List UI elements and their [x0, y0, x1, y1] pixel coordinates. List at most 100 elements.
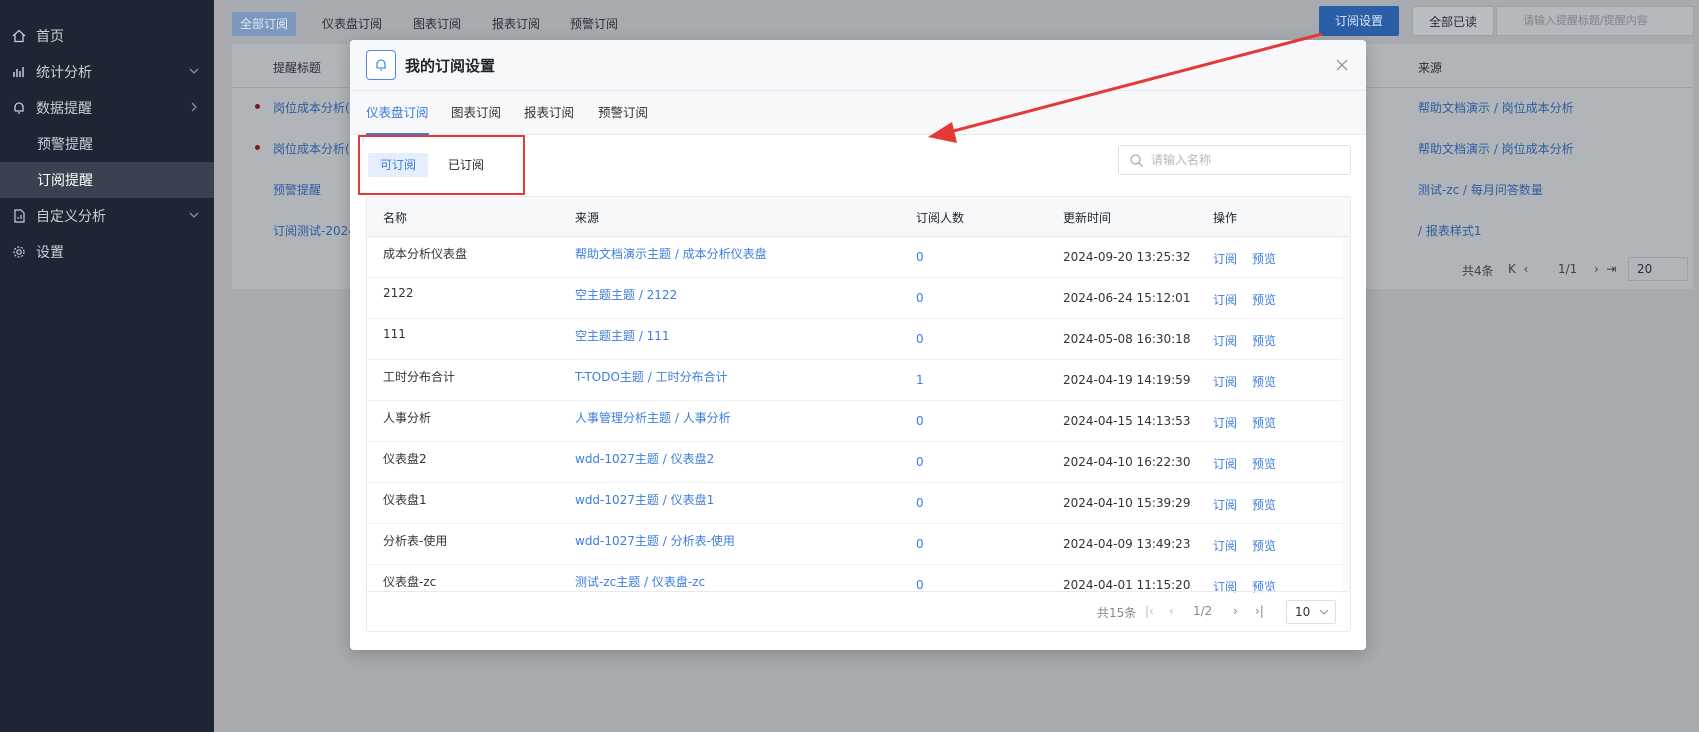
row-name: 仪表盘2: [383, 452, 427, 466]
tab-dashboard-subscription[interactable]: 仪表盘订阅: [366, 91, 429, 135]
next-page-icon[interactable]: ›: [1233, 604, 1238, 618]
tab-warning-subscription[interactable]: 预警订阅: [598, 91, 648, 135]
sidebar-item-label: 自定义分析: [36, 209, 106, 225]
bg-tab-warning[interactable]: 预警订阅: [562, 12, 626, 36]
bg-pager-nav-next[interactable]: › ⇥: [1594, 262, 1616, 276]
row-name: 人事分析: [383, 411, 432, 425]
segment-available[interactable]: 可订阅: [368, 153, 429, 177]
chevron-right-icon: [191, 102, 197, 112]
bg-pager-nav[interactable]: K ‹: [1508, 262, 1528, 276]
preview-link[interactable]: 预览: [1252, 373, 1276, 390]
row-count[interactable]: 0: [916, 578, 924, 592]
last-page-icon[interactable]: ›|: [1255, 604, 1264, 618]
bg-row-title[interactable]: 岗位成本分析(: [273, 140, 350, 157]
subscription-table: 名称 来源 订阅人数 更新时间 操作 成本分析仪表盘 帮助文档演示主题 / 成本…: [366, 196, 1351, 632]
bg-tab-chart[interactable]: 图表订阅: [405, 12, 469, 36]
row-source-link[interactable]: 测试-zc主题 / 仪表盘-zc: [575, 573, 705, 590]
page-size-select[interactable]: 10: [1286, 600, 1336, 624]
sidebar-item-data-alert[interactable]: 数据提醒: [0, 90, 214, 126]
subscribe-settings-button[interactable]: 订阅设置: [1319, 6, 1400, 36]
bg-row-source[interactable]: 帮助文档演示 / 岗位成本分析: [1418, 140, 1574, 157]
segment-subscribed[interactable]: 已订阅: [436, 153, 496, 177]
tab-report-subscription[interactable]: 报表订阅: [524, 91, 574, 135]
sidebar-item-statistics[interactable]: 统计分析: [0, 54, 214, 90]
search-input[interactable]: [1151, 150, 1341, 170]
subscribe-link[interactable]: 订阅: [1213, 414, 1237, 431]
subscribe-link[interactable]: 订阅: [1213, 332, 1237, 349]
subscribe-link[interactable]: 订阅: [1213, 373, 1237, 390]
subscribe-link[interactable]: 订阅: [1213, 537, 1237, 554]
row-source-link[interactable]: 帮助文档演示主题 / 成本分析仪表盘: [575, 245, 767, 262]
tab-chart-subscription[interactable]: 图表订阅: [451, 91, 501, 135]
bg-row-source[interactable]: 帮助文档演示 / 岗位成本分析: [1418, 99, 1574, 116]
col-subscriber-count: 订阅人数: [916, 211, 965, 225]
row-count[interactable]: 0: [916, 414, 924, 428]
bg-page-size-select[interactable]: 20: [1628, 257, 1688, 281]
row-count[interactable]: 0: [916, 332, 924, 346]
row-count[interactable]: 0: [916, 291, 924, 305]
bg-row-title[interactable]: 订阅测试-2024: [273, 222, 356, 239]
close-icon[interactable]: [1334, 57, 1350, 73]
row-source-link[interactable]: 人事管理分析主题 / 人事分析: [575, 409, 731, 426]
row-time: 2024-04-15 14:13:53: [1063, 414, 1191, 428]
sidebar-item-custom-analysis[interactable]: 自定义分析: [0, 198, 214, 234]
chevron-down-icon: [189, 68, 199, 74]
search-icon: [1130, 154, 1143, 167]
page-size-value: 10: [1295, 605, 1311, 619]
preview-link[interactable]: 预览: [1252, 496, 1276, 513]
bg-row-title[interactable]: 预警提醒: [273, 181, 321, 198]
row-count[interactable]: 1: [916, 373, 924, 387]
row-source-link[interactable]: wdd-1027主题 / 分析表-使用: [575, 532, 735, 549]
bar-chart-icon: [12, 65, 26, 79]
subscribe-link[interactable]: 订阅: [1213, 291, 1237, 308]
subscribe-link[interactable]: 订阅: [1213, 250, 1237, 267]
row-name: 仪表盘1: [383, 493, 427, 507]
bg-tab-dashboard[interactable]: 仪表盘订阅: [314, 12, 390, 36]
preview-link[interactable]: 预览: [1252, 414, 1276, 431]
row-source-link[interactable]: wdd-1027主题 / 仪表盘1: [575, 491, 714, 508]
bg-search-input[interactable]: 请输入提醒标题/提醒内容: [1496, 6, 1694, 36]
preview-link[interactable]: 预览: [1252, 332, 1276, 349]
row-time: 2024-04-09 13:49:23: [1063, 537, 1191, 551]
row-time: 2024-04-10 16:22:30: [1063, 455, 1191, 469]
bell-icon: [366, 50, 396, 80]
table-row: 2122 空主题主题 / 2122 0 2024-06-24 15:12:01 …: [367, 278, 1342, 319]
prev-page-icon[interactable]: ‹: [1169, 604, 1174, 618]
subscribe-link[interactable]: 订阅: [1213, 496, 1237, 513]
row-source-link[interactable]: 空主题主题 / 111: [575, 327, 670, 344]
first-page-icon[interactable]: |‹: [1145, 604, 1154, 618]
row-time: 2024-04-19 14:19:59: [1063, 373, 1191, 387]
bg-tab-all[interactable]: 全部订阅: [232, 12, 297, 36]
pager-page: 1/2: [1193, 604, 1213, 618]
sidebar-item-subscription-alert[interactable]: 订阅提醒: [0, 162, 214, 198]
row-source-link[interactable]: wdd-1027主题 / 仪表盘2: [575, 450, 714, 467]
sidebar-item-warning-alert[interactable]: 预警提醒: [0, 126, 214, 162]
sidebar-item-label: 设置: [36, 245, 64, 261]
subscribe-link[interactable]: 订阅: [1213, 455, 1237, 472]
table-row: 111 空主题主题 / 111 0 2024-05-08 16:30:18 订阅…: [367, 319, 1342, 360]
row-source-link[interactable]: 空主题主题 / 2122: [575, 286, 677, 303]
row-count[interactable]: 0: [916, 250, 924, 264]
mark-all-read-button[interactable]: 全部已读: [1412, 6, 1495, 36]
table-row: 工时分布合计 T-TODO主题 / 工时分布合计 1 2024-04-19 14…: [367, 360, 1342, 401]
preview-link[interactable]: 预览: [1252, 455, 1276, 472]
sidebar-item-settings[interactable]: 设置: [0, 234, 214, 270]
bg-row-title[interactable]: 岗位成本分析(: [273, 99, 350, 116]
row-count[interactable]: 0: [916, 537, 924, 551]
bg-tab-report[interactable]: 报表订阅: [484, 12, 548, 36]
chevron-down-icon: [1319, 609, 1329, 615]
row-count[interactable]: 0: [916, 496, 924, 510]
row-count[interactable]: 0: [916, 455, 924, 469]
table-scrollbar[interactable]: [1342, 237, 1350, 593]
preview-link[interactable]: 预览: [1252, 291, 1276, 308]
bg-row-source[interactable]: / 报表样式1: [1418, 222, 1482, 239]
sidebar-item-label: 统计分析: [36, 65, 92, 81]
row-source-link[interactable]: T-TODO主题 / 工时分布合计: [575, 368, 728, 385]
preview-link[interactable]: 预览: [1252, 537, 1276, 554]
row-time: 2024-09-20 13:25:32: [1063, 250, 1191, 264]
table-row: 人事分析 人事管理分析主题 / 人事分析 0 2024-04-15 14:13:…: [367, 401, 1342, 442]
bg-row-source[interactable]: 测试-zc / 每月问答数量: [1418, 181, 1543, 198]
bell-icon: [12, 101, 26, 115]
preview-link[interactable]: 预览: [1252, 250, 1276, 267]
sidebar-item-home[interactable]: 首页: [0, 18, 214, 54]
